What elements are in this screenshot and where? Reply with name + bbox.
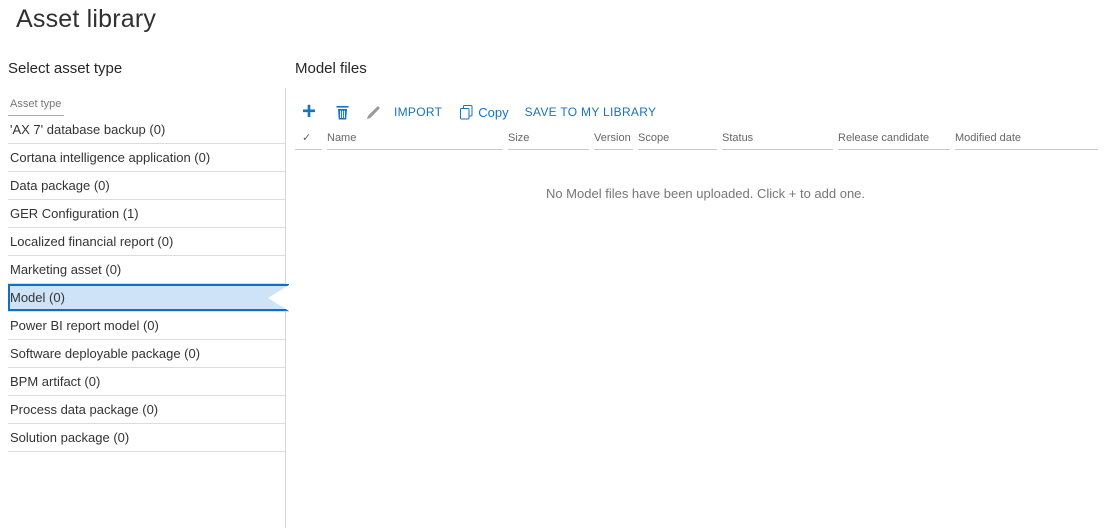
asset-type-item[interactable]: 'AX 7' database backup (0) (8, 116, 285, 144)
asset-type-item[interactable]: Power BI report model (0) (8, 312, 285, 340)
asset-type-item[interactable]: Software deployable package (0) (8, 340, 285, 368)
asset-type-column-header[interactable]: Asset type (8, 94, 285, 114)
delete-button[interactable] (336, 105, 349, 120)
asset-type-panel: Asset type 'AX 7' database backup (0)Cor… (8, 94, 285, 452)
pencil-icon (366, 105, 381, 120)
asset-type-item[interactable]: BPM artifact (0) (8, 368, 285, 396)
column-header-modified-date[interactable]: Modified date (955, 128, 1098, 150)
asset-type-item[interactable]: Cortana intelligence application (0) (8, 144, 285, 172)
grid-header: ✓ NameSizeVersionScopeStatusRelease cand… (295, 128, 1116, 150)
asset-type-item[interactable]: Localized financial report (0) (8, 228, 285, 256)
save-to-my-library-button[interactable]: SAVE TO MY LIBRARY (525, 105, 657, 119)
copy-icon (460, 105, 473, 120)
page-title: Asset library (16, 5, 156, 34)
copy-button-label: Copy (478, 105, 508, 120)
copy-button[interactable]: Copy (460, 105, 508, 120)
model-files-toolbar: + IMPORT (295, 98, 1116, 126)
import-button[interactable]: IMPORT (394, 105, 442, 119)
asset-type-list: 'AX 7' database backup (0)Cortana intell… (8, 116, 285, 452)
asset-type-item[interactable]: Solution package (0) (8, 424, 285, 452)
edit-button[interactable] (366, 105, 381, 120)
asset-type-item[interactable]: Data package (0) (8, 172, 285, 200)
model-files-panel: + IMPORT (295, 94, 1116, 201)
column-header-version[interactable]: Version (594, 128, 633, 150)
trash-icon (336, 105, 349, 120)
asset-type-item[interactable]: Model (0) (8, 284, 289, 312)
left-panel-heading: Select asset type (8, 60, 122, 77)
right-panel-heading: Model files (295, 60, 367, 77)
asset-type-item[interactable]: GER Configuration (1) (8, 200, 285, 228)
add-button[interactable]: + (302, 102, 318, 122)
asset-type-item[interactable]: Process data package (0) (8, 396, 285, 424)
empty-state-message: No Model files have been uploaded. Click… (295, 186, 1116, 201)
column-header-release-candidate[interactable]: Release candidate (838, 128, 950, 150)
column-header-size[interactable]: Size (508, 128, 589, 150)
column-header-status[interactable]: Status (722, 128, 833, 150)
column-header-name[interactable]: Name (327, 128, 503, 150)
column-header-scope[interactable]: Scope (638, 128, 717, 150)
asset-type-item[interactable]: Marketing asset (0) (8, 256, 285, 284)
asset-type-column-label: Asset type (8, 98, 64, 116)
select-all-checkmark-icon[interactable]: ✓ (295, 128, 322, 150)
